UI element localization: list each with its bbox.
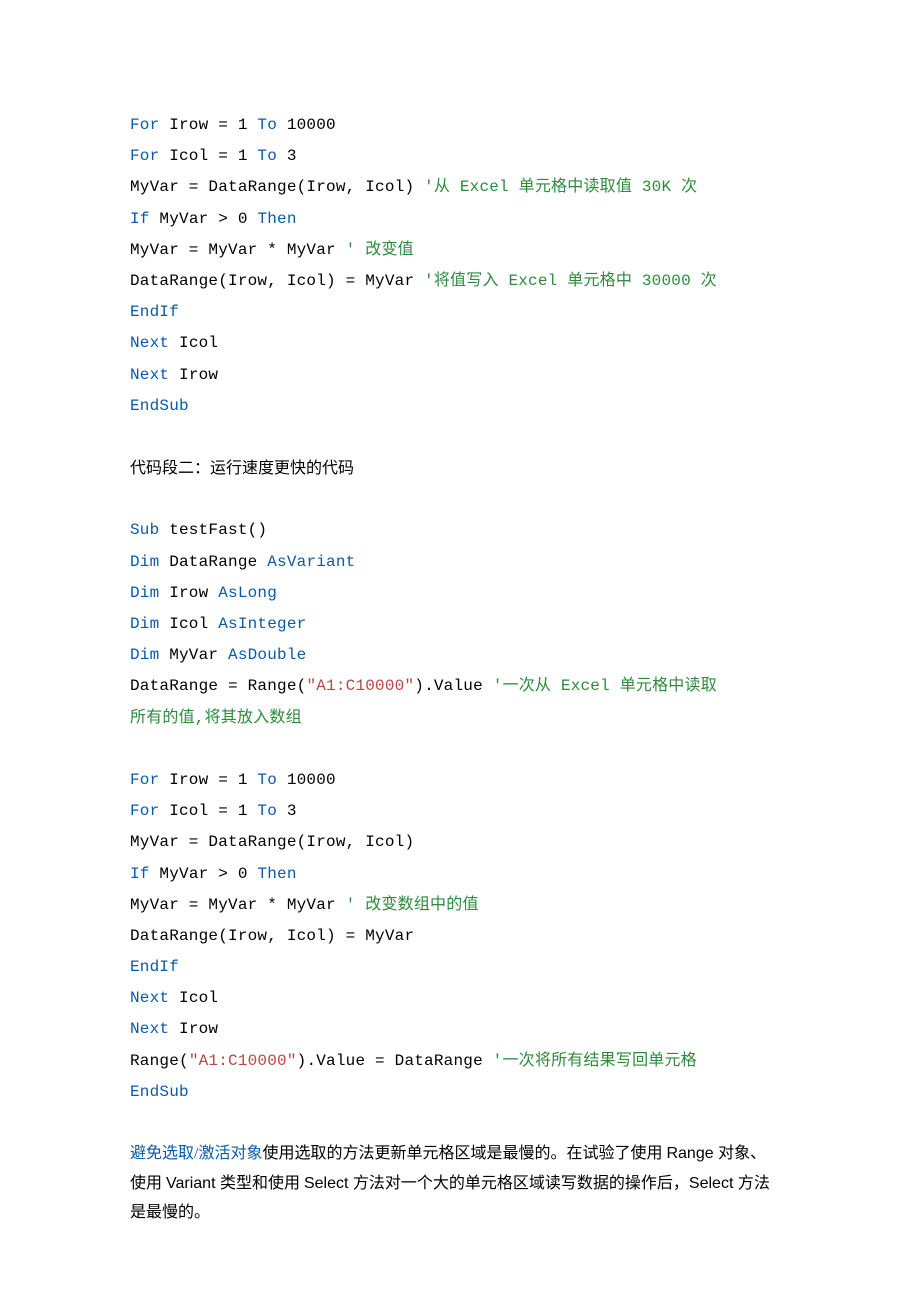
- blank-line: [130, 1108, 790, 1139]
- code-line: Next Icol: [130, 983, 790, 1014]
- code-line: DataRange = Range("A1:C10000").Value '一次…: [130, 671, 790, 702]
- kw-as: AsLong: [218, 584, 277, 602]
- code-line: For Irow = 1 To 10000: [130, 110, 790, 141]
- kw-for: For: [130, 771, 159, 789]
- blank-line: [130, 734, 790, 765]
- kw-for: For: [130, 147, 159, 165]
- code-line: Dim Irow AsLong: [130, 578, 790, 609]
- kw-endif: EndIf: [130, 958, 179, 976]
- document-page: For Irow = 1 To 10000 For Icol = 1 To 3 …: [0, 0, 920, 1302]
- code-line: Next Irow: [130, 1014, 790, 1045]
- code-line: EndIf: [130, 952, 790, 983]
- kw-to: To: [257, 116, 277, 134]
- comment: 所有的值,将其放入数组: [130, 709, 302, 727]
- kw-then: Then: [257, 210, 296, 228]
- comment: '一次从 Excel 单元格中读取: [493, 677, 717, 695]
- kw-next: Next: [130, 1020, 169, 1038]
- kw-for: For: [130, 802, 159, 820]
- kw-sub: Sub: [130, 521, 159, 539]
- blank-line: [130, 484, 790, 515]
- kw-endif: EndIf: [130, 303, 179, 321]
- kw-as: AsDouble: [228, 646, 306, 664]
- kw-dim: Dim: [130, 646, 159, 664]
- kw-to: To: [257, 147, 277, 165]
- term-variant: Variant: [166, 1175, 220, 1192]
- code-line: Next Icol: [130, 328, 790, 359]
- code-line: Dim DataRange AsVariant: [130, 547, 790, 578]
- code-line: MyVar = DataRange(Irow, Icol): [130, 827, 790, 858]
- kw-then: Then: [257, 865, 296, 883]
- blank-line: [130, 422, 790, 453]
- kw-endsub: EndSub: [130, 1083, 189, 1101]
- code-line: For Icol = 1 To 3: [130, 796, 790, 827]
- code-line: Dim Icol AsInteger: [130, 609, 790, 640]
- code-line: If MyVar > 0 Then: [130, 204, 790, 235]
- comment: ' 改变值: [346, 241, 414, 259]
- kw-next: Next: [130, 334, 169, 352]
- kw-to: To: [257, 802, 277, 820]
- code-line: EndSub: [130, 1077, 790, 1108]
- prose-heading: 避免选取/激活对象: [130, 1145, 262, 1162]
- code-line: MyVar = DataRange(Irow, Icol) '从 Excel 单…: [130, 172, 790, 203]
- code-block-1: For Irow = 1 To 10000 For Icol = 1 To 3 …: [130, 110, 790, 422]
- code-line: 所有的值,将其放入数组: [130, 703, 790, 734]
- string-literal: "A1:C10000": [306, 677, 414, 695]
- code-line: EndSub: [130, 391, 790, 422]
- comment: '一次将所有结果写回单元格: [493, 1052, 697, 1070]
- kw-dim: Dim: [130, 584, 159, 602]
- kw-as: AsVariant: [267, 553, 355, 571]
- kw-as: AsInteger: [218, 615, 306, 633]
- kw-if: If: [130, 865, 150, 883]
- code-line: If MyVar > 0 Then: [130, 859, 790, 890]
- kw-for: For: [130, 116, 159, 134]
- prose-line: 代码段二：运行速度更快的代码: [130, 453, 790, 484]
- code-line: Sub testFast(): [130, 515, 790, 546]
- comment: '从 Excel 单元格中读取值 30K 次: [424, 178, 697, 196]
- kw-if: If: [130, 210, 150, 228]
- code-line: MyVar = MyVar * MyVar ' 改变数组中的值: [130, 890, 790, 921]
- code-line: Range("A1:C10000").Value = DataRange '一次…: [130, 1046, 790, 1077]
- kw-to: To: [257, 771, 277, 789]
- kw-dim: Dim: [130, 615, 159, 633]
- code-line: DataRange(Irow, Icol) = MyVar '将值写入 Exce…: [130, 266, 790, 297]
- term-select: Select: [689, 1175, 738, 1192]
- comment: ' 改变数组中的值: [346, 896, 479, 914]
- kw-endsub: EndSub: [130, 397, 189, 415]
- code-line: For Icol = 1 To 3: [130, 141, 790, 172]
- code-line: DataRange(Irow, Icol) = MyVar: [130, 921, 790, 952]
- kw-dim: Dim: [130, 553, 159, 571]
- code-block-2: Sub testFast() Dim DataRange AsVariant D…: [130, 515, 790, 1108]
- code-line: Next Irow: [130, 360, 790, 391]
- code-line: MyVar = MyVar * MyVar ' 改变值: [130, 235, 790, 266]
- kw-next: Next: [130, 366, 169, 384]
- string-literal: "A1:C10000": [189, 1052, 297, 1070]
- code-line: Dim MyVar AsDouble: [130, 640, 790, 671]
- term-range: Range: [666, 1145, 718, 1162]
- comment: '将值写入 Excel 单元格中 30000 次: [424, 272, 717, 290]
- code-line: EndIf: [130, 297, 790, 328]
- code-line: For Irow = 1 To 10000: [130, 765, 790, 796]
- kw-next: Next: [130, 989, 169, 1007]
- prose-paragraph: 避免选取/激活对象使用选取的方法更新单元格区域是最慢的。在试验了使用 Range…: [130, 1139, 790, 1228]
- term-select: Select: [304, 1175, 353, 1192]
